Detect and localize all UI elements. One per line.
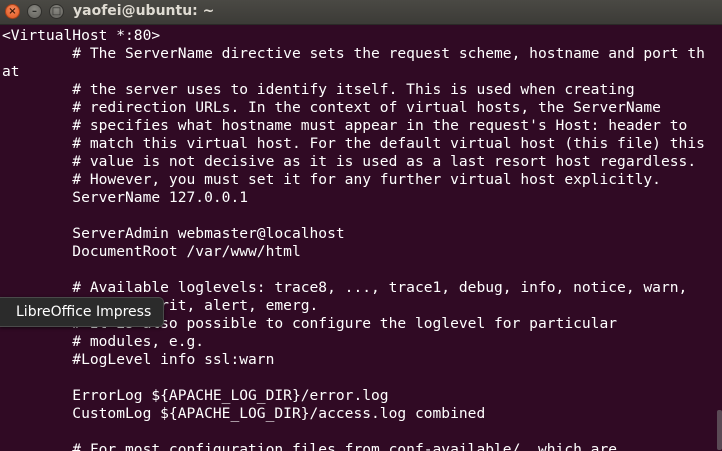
terminal-line: # Available loglevels: trace8, ..., trac… bbox=[2, 279, 688, 296]
tooltip-label: LibreOffice Impress bbox=[16, 304, 152, 320]
close-icon[interactable]: × bbox=[5, 4, 20, 19]
scrollbar-thumb[interactable] bbox=[717, 410, 722, 450]
terminal-line: CustomLog ${APACHE_LOG_DIR}/access.log c… bbox=[2, 405, 486, 422]
terminal-line: # redirection URLs. In the context of vi… bbox=[2, 99, 661, 116]
terminal-line: # specifies what hostname must appear in… bbox=[2, 117, 688, 134]
terminal-line: # The ServerName directive sets the requ… bbox=[2, 45, 705, 62]
terminal-line: at bbox=[2, 63, 20, 80]
minimize-icon[interactable]: – bbox=[27, 4, 42, 19]
window-title: yaofei@ubuntu: ~ bbox=[73, 3, 215, 19]
terminal-content[interactable]: <VirtualHost *:80> # The ServerName dire… bbox=[0, 26, 722, 451]
terminal-line: # However, you must set it for any furth… bbox=[2, 171, 661, 188]
terminal-line: ErrorLog ${APACHE_LOG_DIR}/error.log bbox=[2, 387, 389, 404]
launcher-tooltip: LibreOffice Impress bbox=[0, 297, 165, 327]
terminal-line: ServerName 127.0.0.1 bbox=[2, 189, 249, 206]
maximize-icon[interactable]: □ bbox=[49, 4, 64, 19]
terminal-line: # value is not decisive as it is used as… bbox=[2, 153, 697, 170]
terminal-line: # match this virtual host. For the defau… bbox=[2, 135, 705, 152]
terminal-line: ServerAdmin webmaster@localhost bbox=[2, 225, 345, 242]
terminal-line: DocumentRoot /var/www/html bbox=[2, 243, 301, 260]
terminal-line: # the server uses to identify itself. Th… bbox=[2, 81, 635, 98]
terminal-line: #LogLevel info ssl:warn bbox=[2, 351, 275, 368]
terminal-scrollbar[interactable] bbox=[716, 26, 722, 451]
terminal-line: # For most configuration files from conf… bbox=[2, 441, 618, 451]
terminal-line: <VirtualHost *:80> bbox=[2, 27, 161, 44]
window-titlebar[interactable]: × – □ yaofei@ubuntu: ~ bbox=[0, 0, 722, 25]
terminal-line: # modules, e.g. bbox=[2, 333, 205, 350]
